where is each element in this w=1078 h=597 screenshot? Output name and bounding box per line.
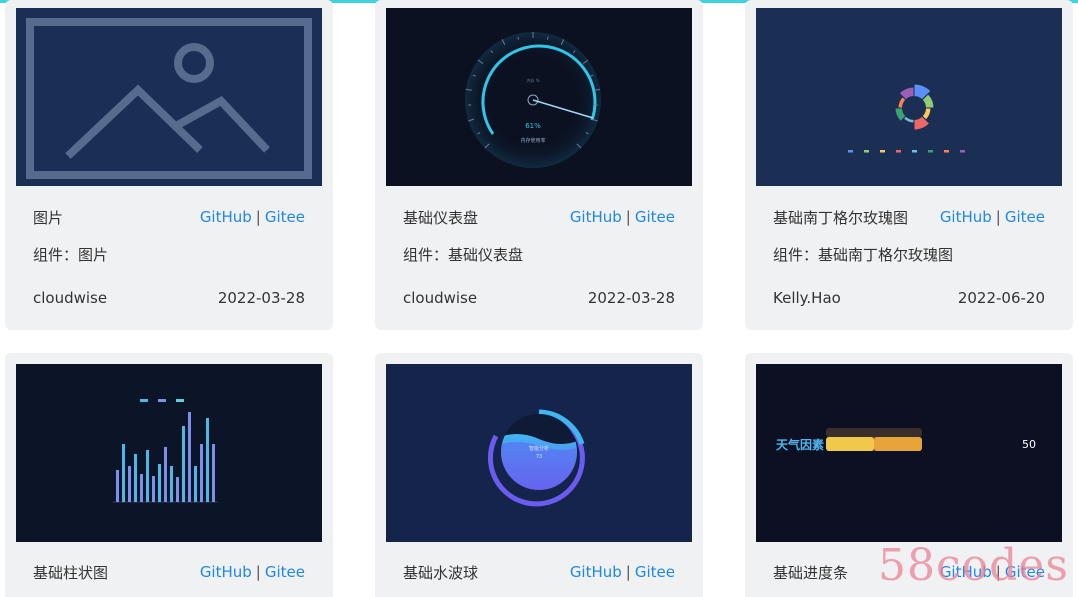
progress-value: 50 — [1022, 438, 1036, 451]
gauge-unit: 内存 % — [526, 77, 539, 83]
legend-swatch — [848, 150, 853, 153]
card-title: 图片 — [33, 208, 64, 227]
bar — [152, 476, 155, 502]
gauge-label: 内存使用率 — [520, 137, 545, 144]
bar — [182, 426, 185, 502]
liquid-label: 智能分析 — [529, 445, 549, 452]
author: cloudwise — [403, 289, 478, 307]
gitee-link[interactable]: Gitee — [635, 208, 675, 226]
legend-swatch — [896, 150, 901, 153]
thumbnail-gauge[interactable]: 61% 内存使用率 内存 % — [386, 8, 692, 186]
gauge-tick — [517, 36, 520, 40]
thumbnail-liquid-ball[interactable]: 智能分析 73 — [386, 364, 692, 542]
bar — [140, 474, 143, 502]
date: 2022-06-20 — [957, 289, 1045, 307]
bar — [200, 444, 203, 502]
legend-swatch — [960, 150, 965, 153]
bar — [122, 444, 125, 502]
legend-swatch — [944, 150, 949, 153]
image-placeholder-icon — [26, 18, 312, 179]
component-label: 组件：基础南丁格尔玫瑰图 — [773, 246, 954, 264]
card-basic-liquid[interactable]: 智能分析 73 基础水波球 GitHub | Gitee — [375, 353, 703, 597]
gitee-link[interactable]: Gitee — [635, 563, 675, 581]
github-link[interactable]: GitHub — [200, 563, 252, 581]
gitee-link[interactable]: Gitee — [265, 208, 305, 226]
bar — [146, 450, 149, 502]
card-title: 基础仪表盘 — [403, 208, 479, 227]
gitee-link[interactable]: Gitee — [1005, 563, 1045, 581]
github-link[interactable]: GitHub — [570, 563, 622, 581]
card-basic-progress[interactable]: 天气因素 50 基础进度条 GitHub | Gitee — [745, 353, 1073, 597]
gauge-preview: 61% 内存使用率 内存 % — [465, 32, 601, 168]
bar — [212, 444, 215, 502]
card-basic-nightingale[interactable]: 基础南丁格尔玫瑰图 GitHub | Gitee 组件：基础南丁格尔玫瑰图 Kell… — [745, 0, 1073, 330]
bar — [176, 477, 179, 502]
gitee-link[interactable]: Gitee — [265, 563, 305, 581]
gauge-tick — [546, 36, 549, 40]
author: cloudwise — [33, 289, 108, 307]
legend-swatch — [880, 150, 885, 153]
card-title: 基础水波球 — [403, 563, 479, 582]
card-title: 基础进度条 — [773, 563, 849, 582]
card-basic-bar[interactable]: 基础柱状图 GitHub | Gitee — [5, 353, 333, 597]
progress-fill — [826, 437, 874, 451]
rose-chart-preview — [848, 83, 965, 153]
github-link[interactable]: GitHub — [940, 208, 992, 226]
progress-preview: 天气因素 50 — [776, 428, 1036, 452]
bar-chart-preview — [113, 399, 218, 503]
gauge-value: 61% — [525, 122, 541, 130]
card-title: 基础柱状图 — [33, 563, 109, 582]
date: 2022-03-28 — [217, 289, 305, 307]
bar — [164, 447, 167, 502]
legend-swatch — [864, 150, 869, 153]
date: 2022-03-28 — [587, 289, 675, 307]
thumbnail-progress-bar[interactable]: 天气因素 50 — [756, 364, 1062, 542]
bar — [158, 464, 161, 502]
bar — [134, 454, 137, 502]
thumbnail-image-placeholder[interactable] — [16, 8, 322, 186]
bar — [206, 418, 209, 502]
bar — [188, 412, 191, 502]
author: Kelly.Hao — [773, 289, 841, 307]
bar — [170, 466, 173, 502]
github-link[interactable]: GitHub — [940, 563, 992, 581]
gitee-link[interactable]: Gitee — [1005, 208, 1045, 226]
component-label: 组件：图片 — [33, 246, 109, 264]
liquid-ball-preview: 智能分析 73 — [487, 409, 585, 507]
legend-swatch — [928, 150, 933, 153]
thumbnail-nightingale[interactable] — [756, 8, 1062, 186]
bar — [128, 466, 131, 502]
card-image[interactable]: 图片 GitHub | Gitee 组件：图片 cloudwise 2022-03-… — [5, 0, 333, 330]
liquid-value: 73 — [536, 454, 542, 460]
thumbnail-bar-chart[interactable] — [16, 364, 322, 542]
github-link[interactable]: GitHub — [570, 208, 622, 226]
component-label: 组件：基础仪表盘 — [403, 246, 524, 264]
legend-swatch — [912, 150, 917, 153]
github-link[interactable]: GitHub — [200, 208, 252, 226]
card-title: 基础南丁格尔玫瑰图 — [773, 208, 909, 227]
bar — [194, 466, 197, 502]
card-basic-gauge[interactable]: 61% 内存使用率 内存 % 基础仪表盘 GitHub | Gitee 组件：基础仪… — [375, 0, 703, 330]
progress-label: 天气因素 — [776, 437, 824, 452]
bar — [116, 470, 119, 502]
